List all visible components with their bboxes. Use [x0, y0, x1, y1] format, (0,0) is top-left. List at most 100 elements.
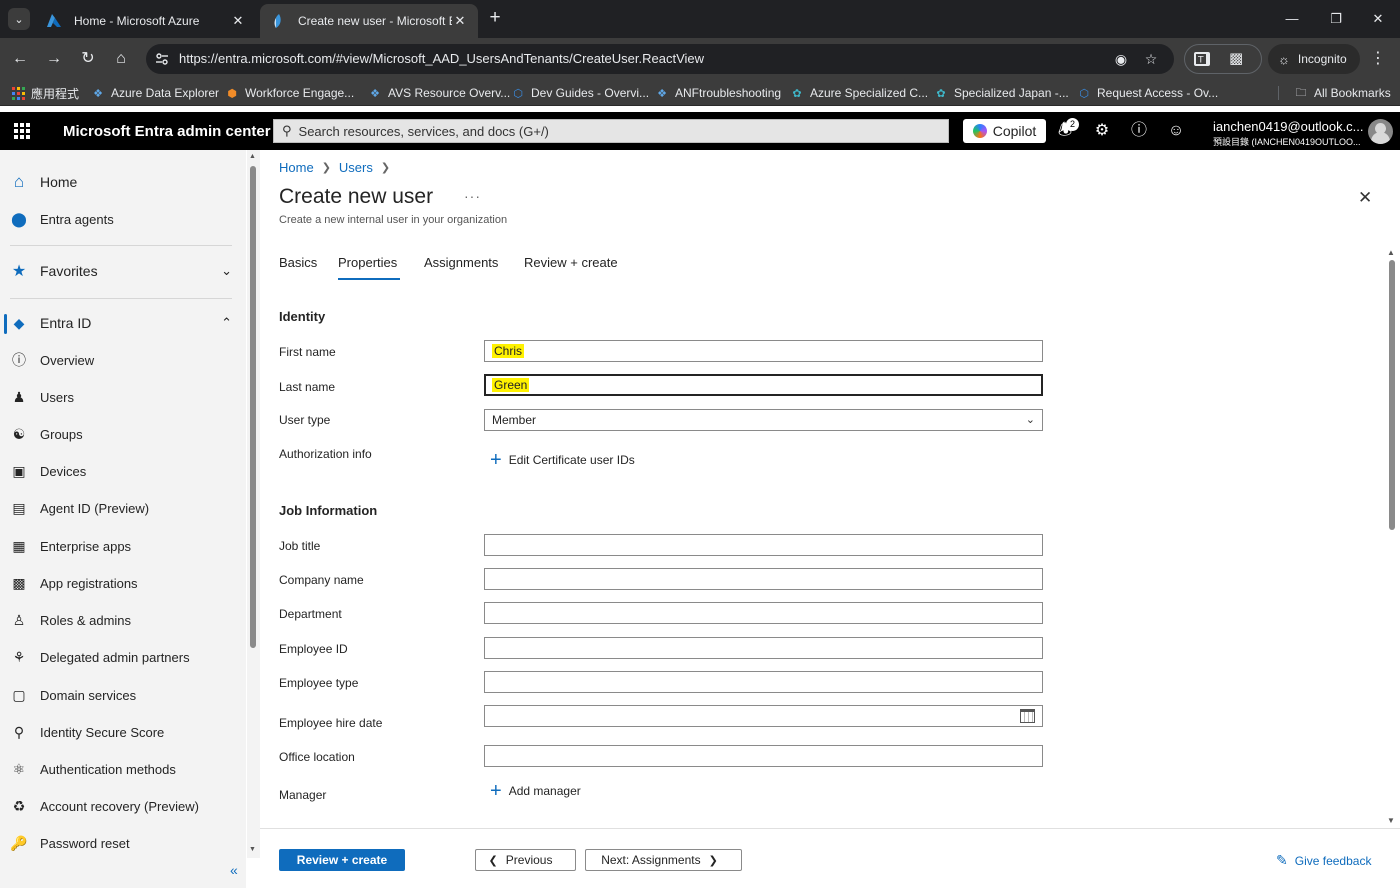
- tab-review-create[interactable]: Review + create: [524, 255, 618, 270]
- give-feedback-link[interactable]: ✎ Give feedback: [1276, 852, 1371, 869]
- help-icon[interactable]: ⓘ: [1128, 120, 1150, 142]
- nav-scrollbar[interactable]: ▲ ▼: [247, 150, 260, 858]
- bookmark-workforce[interactable]: ⬢ Workforce Engage...: [224, 83, 354, 103]
- user-type-select[interactable]: Member ⌄: [484, 409, 1043, 431]
- bookmark-dev-guides[interactable]: ⬡ Dev Guides - Overvi...: [510, 83, 649, 103]
- sidebar-item-groups[interactable]: ☯ Groups: [0, 417, 240, 451]
- extensions-puzzle-icon[interactable]: ▩: [1229, 49, 1243, 67]
- next-assignments-button[interactable]: Next: Assignments ❯: [585, 849, 742, 871]
- scroll-down-icon[interactable]: ▼: [249, 846, 256, 853]
- review-create-button[interactable]: Review + create: [279, 849, 405, 871]
- bookmark-specialized-japan[interactable]: ✿ Specialized Japan -...: [933, 83, 1068, 103]
- eye-off-icon[interactable]: ◉: [1112, 50, 1130, 68]
- entra-agents-icon: ⬤: [11, 210, 27, 227]
- app-launcher-icon[interactable]: [14, 123, 30, 139]
- avatar[interactable]: [1368, 119, 1393, 144]
- incognito-badge[interactable]: ☼ Incognito: [1268, 44, 1360, 74]
- close-icon[interactable]: ✕: [1358, 188, 1372, 208]
- office-location-input[interactable]: [484, 745, 1043, 767]
- copilot-button[interactable]: Copilot: [963, 119, 1046, 143]
- main-scrollbar[interactable]: ▲ ▼: [1386, 248, 1398, 828]
- sidebar-item-secure-score[interactable]: ⚲ Identity Secure Score: [0, 715, 240, 749]
- nav-favorites[interactable]: ★ Favorites ⌄: [0, 254, 240, 288]
- close-window-icon[interactable]: ✕: [1364, 6, 1392, 32]
- bookmark-azure-data-explorer[interactable]: ❖ Azure Data Explorer: [90, 83, 219, 103]
- back-icon[interactable]: ←: [8, 47, 32, 71]
- collapse-nav-icon[interactable]: «: [230, 862, 238, 878]
- job-title-input[interactable]: [484, 534, 1043, 556]
- portal-title[interactable]: Microsoft Entra admin center: [63, 123, 271, 140]
- sidebar-item-domain-services[interactable]: ▢ Domain services: [0, 678, 240, 712]
- sidebar-item-users[interactable]: ♟ Users: [0, 380, 240, 414]
- entra-logo-icon: [274, 14, 281, 28]
- scroll-up-icon[interactable]: ▲: [249, 153, 256, 160]
- previous-button[interactable]: ❮ Previous: [475, 849, 576, 871]
- chevron-down-icon[interactable]: ⌄: [221, 263, 232, 279]
- sidebar-item-overview[interactable]: ⓘ Overview: [0, 343, 240, 377]
- department-input[interactable]: [484, 602, 1043, 624]
- nav-home[interactable]: ⌂ Home: [0, 165, 240, 199]
- browser-menu-icon[interactable]: ⋮: [1370, 48, 1386, 68]
- scroll-down-icon[interactable]: ▼: [1387, 816, 1395, 825]
- new-tab-icon[interactable]: +: [484, 8, 506, 30]
- more-options-icon[interactable]: ···: [464, 188, 481, 204]
- tab-search-icon[interactable]: ⌄: [8, 8, 30, 30]
- all-bookmarks[interactable]: 🗀 All Bookmarks: [1293, 83, 1391, 103]
- breadcrumb-home[interactable]: Home: [279, 160, 314, 175]
- breadcrumb-users[interactable]: Users: [339, 160, 373, 175]
- section-job-information: Job Information: [279, 503, 378, 518]
- scroll-thumb[interactable]: [1389, 260, 1395, 530]
- feedback-person-icon[interactable]: ☺: [1165, 120, 1187, 142]
- sidebar-item-enterprise-apps[interactable]: ▦ Enterprise apps: [0, 529, 240, 563]
- site-info-icon[interactable]: [154, 51, 170, 67]
- home-icon[interactable]: ⌂: [109, 47, 133, 71]
- nav-entra-id[interactable]: ◆ Entra ID ⌃: [0, 306, 240, 340]
- forward-icon[interactable]: →: [42, 47, 66, 71]
- browser-tab-azure-home[interactable]: Home - Microsoft Azure ✕: [36, 4, 256, 38]
- nav-label: Groups: [40, 426, 83, 442]
- sidebar-item-agent-id[interactable]: ▤ Agent ID (Preview): [0, 491, 240, 525]
- employee-id-input[interactable]: [484, 637, 1043, 659]
- teams-extension-icon[interactable]: T: [1193, 51, 1211, 67]
- bookmark-star-icon[interactable]: ☆: [1142, 50, 1160, 68]
- bookmark-apps[interactable]: 應用程式: [10, 83, 79, 103]
- extensions-group: T ▩: [1184, 44, 1262, 74]
- bookmark-request-access[interactable]: ⬡ Request Access - Ov...: [1076, 83, 1218, 103]
- close-tab-icon[interactable]: ✕: [452, 13, 468, 29]
- settings-gear-icon[interactable]: ⚙: [1091, 120, 1113, 142]
- sidebar-item-password-reset[interactable]: 🔑 Password reset: [0, 826, 240, 860]
- tab-assignments[interactable]: Assignments: [424, 255, 498, 270]
- tab-basics[interactable]: Basics: [279, 255, 317, 270]
- restore-icon[interactable]: ❐: [1322, 6, 1350, 32]
- edit-certificate-label: Edit Certificate user IDs: [508, 453, 635, 467]
- bookmark-azure-specialized[interactable]: ✿ Azure Specialized C...: [789, 83, 928, 103]
- chevron-up-icon[interactable]: ⌃: [221, 315, 232, 331]
- scroll-up-icon[interactable]: ▲: [1387, 248, 1395, 257]
- global-search-input[interactable]: ⚲ Search resources, services, and docs (…: [273, 119, 949, 143]
- sidebar-item-authentication-methods[interactable]: ⚛ Authentication methods: [0, 752, 240, 786]
- company-name-input[interactable]: [484, 568, 1043, 590]
- add-manager-button[interactable]: + Add manager: [490, 781, 581, 801]
- sidebar-item-roles-admins[interactable]: ♙ Roles & admins: [0, 603, 240, 637]
- edit-certificate-user-ids-button[interactable]: + Edit Certificate user IDs: [490, 450, 635, 470]
- browser-tab-create-user[interactable]: Create new user - Microsoft Entra ✕: [260, 4, 478, 38]
- bookmark-anf[interactable]: ❖ ANFtroubleshooting: [654, 83, 781, 103]
- tab-properties[interactable]: Properties: [338, 255, 401, 280]
- sidebar-item-app-registrations[interactable]: ▩ App registrations: [0, 566, 240, 600]
- address-bar[interactable]: https://entra.microsoft.com/#view/Micros…: [146, 44, 1174, 74]
- minimize-icon[interactable]: —: [1278, 6, 1306, 32]
- account-menu[interactable]: ianchen0419@outlook.c... 預設目錄 (IANCHEN04…: [1213, 119, 1363, 148]
- sidebar-item-delegated-admin[interactable]: ⚘ Delegated admin partners: [0, 640, 240, 674]
- nav-entra-agents[interactable]: ⬤ Entra agents: [0, 202, 240, 236]
- reload-icon[interactable]: ↻: [76, 47, 100, 71]
- sidebar-item-account-recovery[interactable]: ♻ Account recovery (Preview): [0, 789, 240, 823]
- employee-type-input[interactable]: [484, 671, 1043, 693]
- bookmark-avs[interactable]: ❖ AVS Resource Overv...: [367, 83, 510, 103]
- close-tab-icon[interactable]: ✕: [230, 13, 246, 29]
- employee-hire-date-input[interactable]: [484, 705, 1043, 727]
- first-name-input[interactable]: Chris: [484, 340, 1043, 362]
- calendar-icon[interactable]: [1020, 709, 1035, 723]
- last-name-input[interactable]: Green: [484, 374, 1043, 396]
- sidebar-item-devices[interactable]: ▣ Devices: [0, 454, 240, 488]
- scroll-thumb[interactable]: [250, 166, 256, 648]
